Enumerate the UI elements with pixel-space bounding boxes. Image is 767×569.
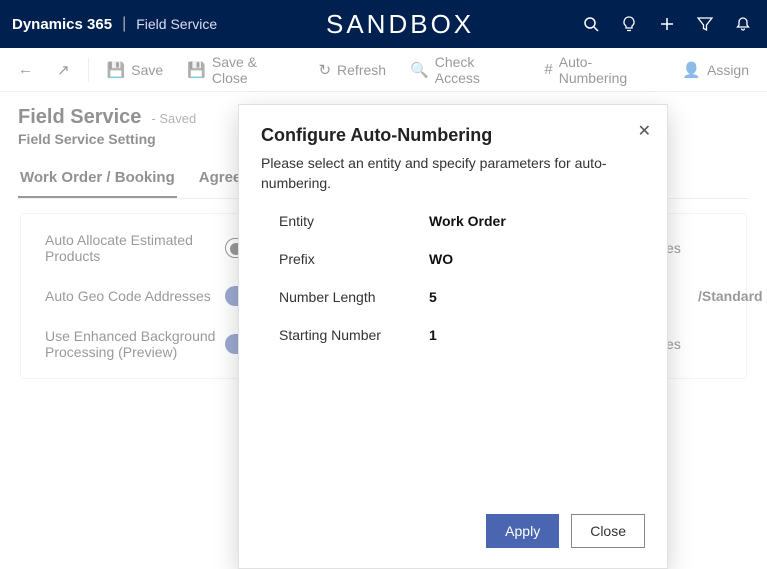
brand-separator: |: [122, 15, 126, 33]
environment-badge: SANDBOX: [326, 9, 474, 39]
dialog-form: Entity Work Order Prefix WO Number Lengt…: [261, 213, 645, 343]
add-icon[interactable]: [659, 16, 675, 32]
bell-icon[interactable]: [735, 16, 751, 32]
close-button[interactable]: Close: [571, 514, 645, 548]
auto-numbering-dialog: ✕ Configure Auto-Numbering Please select…: [238, 104, 668, 569]
prefix-label: Prefix: [279, 251, 429, 267]
lightbulb-icon[interactable]: [621, 16, 637, 32]
entity-label: Entity: [279, 213, 429, 229]
dialog-title: Configure Auto-Numbering: [261, 125, 645, 146]
apply-button[interactable]: Apply: [486, 514, 559, 548]
entity-value[interactable]: Work Order: [429, 213, 645, 229]
global-icon-bar: [583, 16, 751, 32]
close-icon[interactable]: ✕: [638, 121, 651, 141]
starting-number-label: Starting Number: [279, 327, 429, 343]
brand[interactable]: Dynamics 365: [12, 16, 112, 33]
filter-icon[interactable]: [697, 16, 713, 32]
module-name[interactable]: Field Service: [136, 16, 217, 32]
starting-number-value[interactable]: 1: [429, 327, 645, 343]
global-nav: Dynamics 365 | Field Service SANDBOX: [0, 0, 767, 48]
search-icon[interactable]: [583, 16, 599, 32]
dialog-description: Please select an entity and specify para…: [261, 154, 645, 193]
number-length-value[interactable]: 5: [429, 289, 645, 305]
prefix-value[interactable]: WO: [429, 251, 645, 267]
number-length-label: Number Length: [279, 289, 429, 305]
